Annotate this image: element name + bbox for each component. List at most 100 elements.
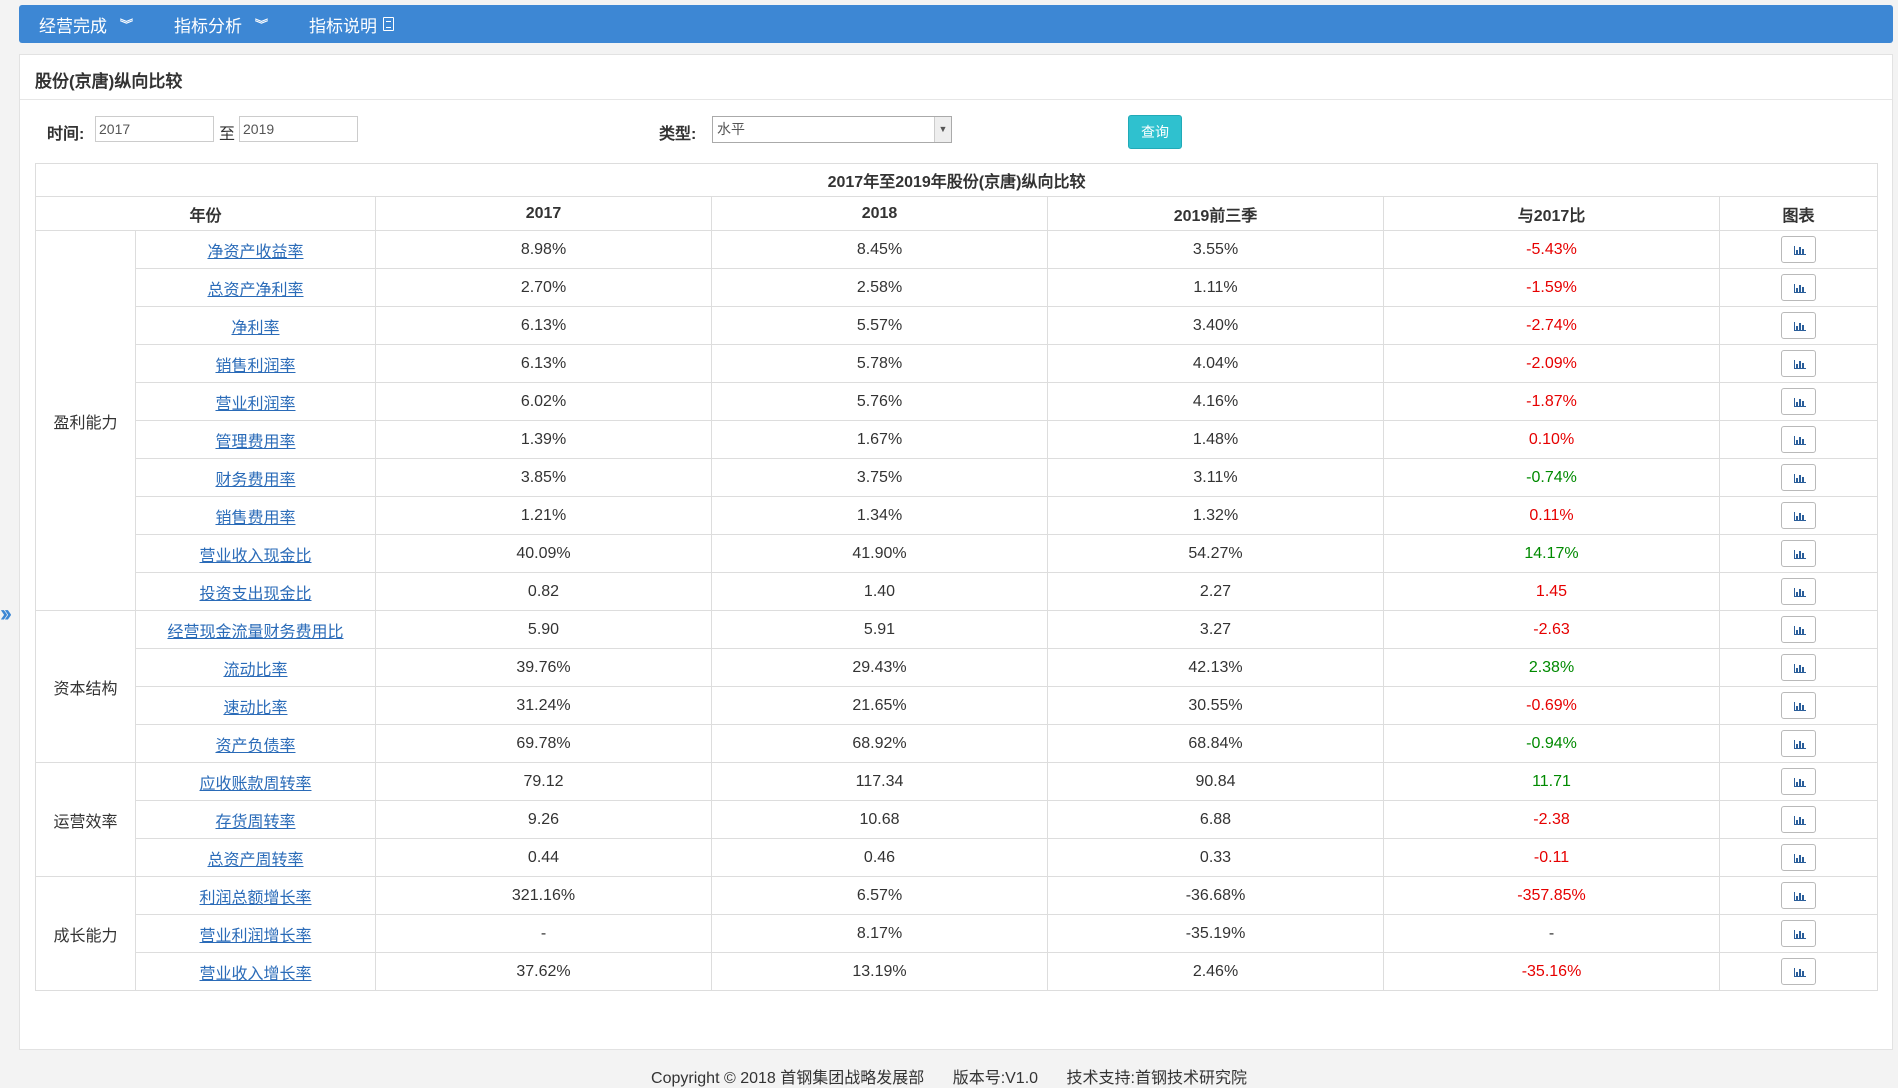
- chart-button[interactable]: [1781, 654, 1817, 681]
- table-row: 资本结构 经营现金流量财务费用比 5.90 5.91 3.27 -2.63: [35, 610, 1879, 763]
- double-chevron-down-icon: ︾: [254, 19, 269, 31]
- diff-vs-2017-cell: -2.63: [1383, 610, 1720, 649]
- time-from-input[interactable]: [95, 116, 214, 142]
- category-cell: 运营效率: [35, 762, 136, 877]
- chart-button[interactable]: [1781, 540, 1817, 567]
- chart-cell: [1718, 306, 1879, 345]
- indicator-link[interactable]: 总资产周转率: [207, 852, 303, 869]
- chart-button[interactable]: [1781, 692, 1817, 719]
- indicator-link[interactable]: 管理费用率: [215, 434, 295, 451]
- bar-chart-icon: [1794, 512, 1807, 521]
- table-row: 财务费用率 3.85% 3.75% 3.11% -0.74%: [36, 458, 1879, 497]
- diff-vs-2017-cell: 1.45: [1383, 572, 1720, 611]
- bar-chart-icon: [1794, 664, 1807, 673]
- column-header-2017: 2017: [375, 196, 712, 231]
- table-row: 成长能力 利润总额增长率 321.16% 6.57% -36.68% -357.85%: [35, 876, 1879, 991]
- value-2019-cell: -36.68%: [1047, 876, 1384, 915]
- indicator-link[interactable]: 总资产净利率: [207, 282, 303, 299]
- chart-button[interactable]: [1781, 578, 1817, 605]
- indicator-link[interactable]: 经营现金流量财务费用比: [167, 624, 343, 641]
- chart-button[interactable]: [1781, 768, 1817, 795]
- indicator-link[interactable]: 营业利润增长率: [199, 928, 311, 945]
- chart-button[interactable]: [1781, 388, 1817, 415]
- chart-button[interactable]: [1781, 882, 1817, 909]
- indicator-name-cell: 销售费用率: [135, 496, 376, 535]
- indicator-name-cell: 利润总额增长率: [135, 876, 376, 915]
- chart-button[interactable]: [1781, 844, 1817, 871]
- value-2019-cell: 30.55%: [1047, 686, 1384, 725]
- indicator-link[interactable]: 净利率: [231, 320, 279, 337]
- value-2017-cell: 79.12: [375, 762, 712, 801]
- indicator-link[interactable]: 速动比率: [223, 700, 287, 717]
- indicator-link[interactable]: 销售利润率: [215, 358, 295, 375]
- bar-chart-icon: [1794, 968, 1807, 977]
- indicator-link[interactable]: 营业收入现金比: [199, 548, 311, 565]
- value-2019-cell: 0.33: [1047, 838, 1384, 877]
- diff-vs-2017-cell: -2.09%: [1383, 344, 1720, 383]
- nav-menu-indicator-description[interactable]: 指标说明: [309, 12, 394, 37]
- table-row: 速动比率 31.24% 21.65% 30.55% -0.69%: [36, 686, 1879, 725]
- bar-chart-icon: [1794, 588, 1807, 597]
- value-2017-cell: 8.98%: [375, 230, 712, 269]
- indicator-name-cell: 销售利润率: [135, 344, 376, 383]
- chart-cell: [1718, 876, 1879, 915]
- bar-chart-icon: [1794, 854, 1807, 863]
- value-2017-cell: 3.85%: [375, 458, 712, 497]
- value-2019-cell: 68.84%: [1047, 724, 1384, 763]
- chart-button[interactable]: [1781, 312, 1817, 339]
- table-row: 总资产净利率 2.70% 2.58% 1.11% -1.59%: [36, 268, 1879, 307]
- indicator-link[interactable]: 净资产收益率: [207, 244, 303, 261]
- nav-menu-business-completion[interactable]: 经营完成 ︾: [39, 12, 133, 37]
- chart-button[interactable]: [1781, 730, 1817, 757]
- query-button[interactable]: 查询: [1128, 115, 1182, 149]
- indicator-name-cell: 投资支出现金比: [135, 572, 376, 611]
- indicator-link[interactable]: 投资支出现金比: [199, 586, 311, 603]
- bar-chart-icon: [1794, 436, 1807, 445]
- indicator-link[interactable]: 销售费用率: [215, 510, 295, 527]
- indicator-name-cell: 管理费用率: [135, 420, 376, 459]
- main-panel: 股份(京唐)纵向比较 时间: 至 类型: 水平 ▼ 查询 2017年至2019年…: [19, 54, 1893, 1050]
- chart-button[interactable]: [1781, 958, 1817, 985]
- table-caption: 2017年至2019年股份(京唐)纵向比较: [34, 163, 1879, 197]
- diff-vs-2017-cell: -5.43%: [1383, 230, 1720, 269]
- chart-button[interactable]: [1781, 274, 1817, 301]
- nav-menu-indicator-analysis[interactable]: 指标分析 ︾: [174, 12, 269, 37]
- bar-chart-icon: [1794, 322, 1807, 331]
- chart-cell: [1718, 268, 1879, 307]
- indicator-link[interactable]: 资产负债率: [215, 738, 295, 755]
- chart-button[interactable]: [1781, 806, 1817, 833]
- bar-chart-icon: [1794, 360, 1807, 369]
- diff-vs-2017-cell: 0.10%: [1383, 420, 1720, 459]
- type-select-value: 水平: [717, 121, 745, 137]
- chart-button[interactable]: [1781, 464, 1817, 491]
- bar-chart-icon: [1794, 702, 1807, 711]
- indicator-name-cell: 总资产净利率: [135, 268, 376, 307]
- indicator-link[interactable]: 营业利润率: [215, 396, 295, 413]
- table-row: 营业利润率 6.02% 5.76% 4.16% -1.87%: [36, 382, 1879, 421]
- chart-button[interactable]: [1781, 236, 1817, 263]
- chart-button[interactable]: [1781, 350, 1817, 377]
- indicator-link[interactable]: 利润总额增长率: [199, 890, 311, 907]
- indicator-link[interactable]: 存货周转率: [215, 814, 295, 831]
- chart-button[interactable]: [1781, 426, 1817, 453]
- value-2018-cell: 21.65%: [711, 686, 1048, 725]
- indicator-link[interactable]: 应收账款周转率: [199, 776, 311, 793]
- chart-button[interactable]: [1781, 920, 1817, 947]
- value-2019-cell: 3.40%: [1047, 306, 1384, 345]
- indicator-link[interactable]: 营业收入增长率: [199, 966, 311, 983]
- chart-button[interactable]: [1781, 502, 1817, 529]
- bar-chart-icon: [1794, 246, 1807, 255]
- value-2017-cell: 6.13%: [375, 306, 712, 345]
- chart-button[interactable]: [1781, 616, 1817, 643]
- double-chevron-right-icon[interactable]: ››: [0, 600, 12, 628]
- indicator-link[interactable]: 财务费用率: [215, 472, 295, 489]
- indicator-link[interactable]: 流动比率: [223, 662, 287, 679]
- bar-chart-icon: [1794, 816, 1807, 825]
- diff-vs-2017-cell: -1.59%: [1383, 268, 1720, 307]
- value-2018-cell: 1.67%: [711, 420, 1048, 459]
- time-to-input[interactable]: [239, 116, 358, 142]
- value-2019-cell: 2.27: [1047, 572, 1384, 611]
- type-select[interactable]: 水平 ▼: [712, 116, 952, 143]
- table-row: 营业收入增长率 37.62% 13.19% 2.46% -35.16%: [36, 952, 1879, 991]
- chevron-down-icon: ▼: [934, 117, 951, 142]
